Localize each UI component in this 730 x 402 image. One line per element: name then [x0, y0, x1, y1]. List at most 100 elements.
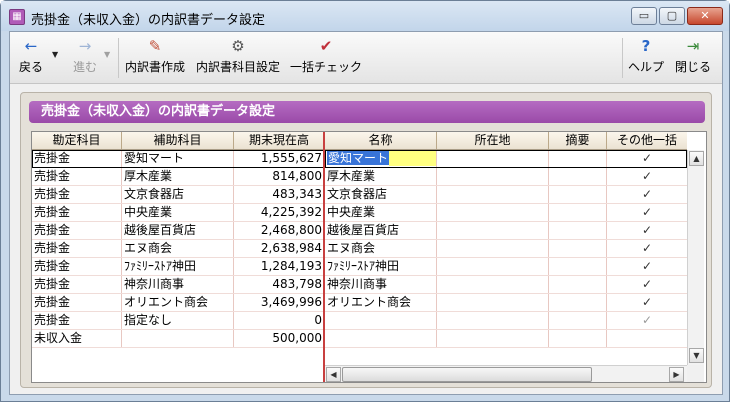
- batch-check-button[interactable]: ✔ 一括チェック: [288, 36, 364, 80]
- column-header-account[interactable]: 勘定科目: [32, 132, 122, 149]
- table-row[interactable]: 売掛金 中央産業 4,225,392: [32, 204, 324, 222]
- cell-summary[interactable]: [549, 240, 607, 257]
- cell-location[interactable]: [437, 258, 549, 275]
- column-header-balance[interactable]: 期末現在高: [234, 132, 324, 149]
- cell-summary[interactable]: [549, 222, 607, 239]
- horizontal-scrollbar[interactable]: ◀ ▶: [325, 365, 687, 382]
- minimize-button[interactable]: ▭: [631, 7, 657, 25]
- cell-location[interactable]: [437, 240, 549, 257]
- cell-location[interactable]: [437, 204, 549, 221]
- forward-dropdown-icon[interactable]: ▼: [104, 50, 110, 59]
- horizontal-scroll-thumb[interactable]: [342, 367, 592, 382]
- cell-location[interactable]: [437, 150, 549, 167]
- cell-balance[interactable]: 0: [234, 312, 324, 329]
- cell-other-batch-check[interactable]: ✓: [607, 258, 687, 275]
- cell-sub-account[interactable]: エヌ商会: [122, 240, 234, 257]
- cell-location[interactable]: [437, 294, 549, 311]
- cell-name[interactable]: [325, 330, 437, 347]
- table-row[interactable]: [325, 330, 687, 348]
- cell-sub-account[interactable]: 愛知マート: [122, 150, 234, 167]
- table-row[interactable]: 神奈川商事 ✓: [325, 276, 687, 294]
- table-row[interactable]: 売掛金 愛知マート 1,555,627: [32, 150, 324, 168]
- cell-summary[interactable]: [549, 312, 607, 329]
- cell-balance[interactable]: 1,284,193: [234, 258, 324, 275]
- cell-account[interactable]: 売掛金: [32, 150, 122, 167]
- cell-balance[interactable]: 1,555,627: [234, 150, 324, 167]
- breakdown-account-button[interactable]: ⚙ 内訳書科目設定: [192, 36, 284, 80]
- cell-location[interactable]: [437, 168, 549, 185]
- cell-account[interactable]: 売掛金: [32, 204, 122, 221]
- column-header-summary[interactable]: 摘要: [549, 132, 607, 149]
- cell-account[interactable]: 売掛金: [32, 312, 122, 329]
- scroll-right-button[interactable]: ▶: [669, 367, 684, 382]
- scroll-down-button[interactable]: ▼: [689, 348, 704, 363]
- cell-account[interactable]: 売掛金: [32, 240, 122, 257]
- cell-sub-account[interactable]: 文京食器店: [122, 186, 234, 203]
- table-row[interactable]: エヌ商会 ✓: [325, 240, 687, 258]
- table-row[interactable]: 未収入金 500,000: [32, 330, 324, 348]
- cell-other-batch-check[interactable]: [607, 330, 687, 347]
- cell-account[interactable]: 売掛金: [32, 294, 122, 311]
- cell-name[interactable]: 愛知マート: [325, 150, 437, 167]
- cell-summary[interactable]: [549, 258, 607, 275]
- cell-name-edit-box[interactable]: [389, 151, 436, 166]
- cell-account[interactable]: 売掛金: [32, 258, 122, 275]
- cell-location[interactable]: [437, 276, 549, 293]
- cell-balance[interactable]: 2,468,800: [234, 222, 324, 239]
- cell-balance[interactable]: 814,800: [234, 168, 324, 185]
- table-row[interactable]: 愛知マート ✓: [325, 150, 687, 168]
- column-header-name[interactable]: 名称: [325, 132, 437, 149]
- cell-location[interactable]: [437, 312, 549, 329]
- table-row[interactable]: 売掛金 文京食器店 483,343: [32, 186, 324, 204]
- column-header-sub-account[interactable]: 補助科目: [122, 132, 234, 149]
- cell-balance[interactable]: 483,798: [234, 276, 324, 293]
- cell-other-batch-check[interactable]: ✓: [607, 240, 687, 257]
- cell-sub-account[interactable]: オリエント商会: [122, 294, 234, 311]
- table-row[interactable]: ﾌｧﾐﾘｰｽﾄｱ神田 ✓: [325, 258, 687, 276]
- cell-other-batch-check[interactable]: ✓: [607, 294, 687, 311]
- cell-sub-account[interactable]: 神奈川商事: [122, 276, 234, 293]
- table-row[interactable]: 売掛金 エヌ商会 2,638,984: [32, 240, 324, 258]
- column-header-location[interactable]: 所在地: [437, 132, 549, 149]
- table-row[interactable]: 売掛金 オリエント商会 3,469,996: [32, 294, 324, 312]
- cell-sub-account[interactable]: ﾌｧﾐﾘｰｽﾄｱ神田: [122, 258, 234, 275]
- cell-name-selected-text[interactable]: 愛知マート: [327, 151, 390, 165]
- cell-summary[interactable]: [549, 204, 607, 221]
- cell-summary[interactable]: [549, 150, 607, 167]
- cell-sub-account[interactable]: 厚木産業: [122, 168, 234, 185]
- cell-balance[interactable]: 483,343: [234, 186, 324, 203]
- cell-other-batch-check[interactable]: ✓: [607, 312, 687, 329]
- cell-balance[interactable]: 500,000: [234, 330, 324, 347]
- cell-sub-account[interactable]: [122, 330, 234, 347]
- back-dropdown-icon[interactable]: ▼: [52, 50, 58, 59]
- cell-balance[interactable]: 2,638,984: [234, 240, 324, 257]
- cell-other-batch-check[interactable]: ✓: [607, 204, 687, 221]
- vertical-scrollbar[interactable]: ▲ ▼: [687, 150, 704, 365]
- cell-name[interactable]: 越後屋百貨店: [325, 222, 437, 239]
- cell-name[interactable]: ﾌｧﾐﾘｰｽﾄｱ神田: [325, 258, 437, 275]
- cell-name[interactable]: 厚木産業: [325, 168, 437, 185]
- cell-location[interactable]: [437, 186, 549, 203]
- column-header-other-batch[interactable]: その他一括: [607, 132, 687, 149]
- cell-other-batch-check[interactable]: ✓: [607, 276, 687, 293]
- cell-other-batch-check[interactable]: ✓: [607, 150, 687, 167]
- maximize-button[interactable]: ▢: [659, 7, 685, 25]
- cell-summary[interactable]: [549, 276, 607, 293]
- cell-name[interactable]: 神奈川商事: [325, 276, 437, 293]
- cell-balance[interactable]: 3,469,996: [234, 294, 324, 311]
- cell-name[interactable]: [325, 312, 437, 329]
- breakdown-create-button[interactable]: ✎ 内訳書作成: [122, 36, 188, 80]
- cell-location[interactable]: [437, 330, 549, 347]
- table-row[interactable]: 越後屋百貨店 ✓: [325, 222, 687, 240]
- scroll-left-button[interactable]: ◀: [326, 367, 341, 382]
- cell-summary[interactable]: [549, 186, 607, 203]
- cell-name[interactable]: 中央産業: [325, 204, 437, 221]
- table-row[interactable]: 中央産業 ✓: [325, 204, 687, 222]
- table-row[interactable]: 売掛金 厚木産業 814,800: [32, 168, 324, 186]
- cell-account[interactable]: 売掛金: [32, 186, 122, 203]
- cell-name[interactable]: 文京食器店: [325, 186, 437, 203]
- close-button[interactable]: ⇥ 閉じる: [672, 36, 714, 80]
- cell-sub-account[interactable]: 中央産業: [122, 204, 234, 221]
- cell-account[interactable]: 売掛金: [32, 276, 122, 293]
- cell-other-batch-check[interactable]: ✓: [607, 168, 687, 185]
